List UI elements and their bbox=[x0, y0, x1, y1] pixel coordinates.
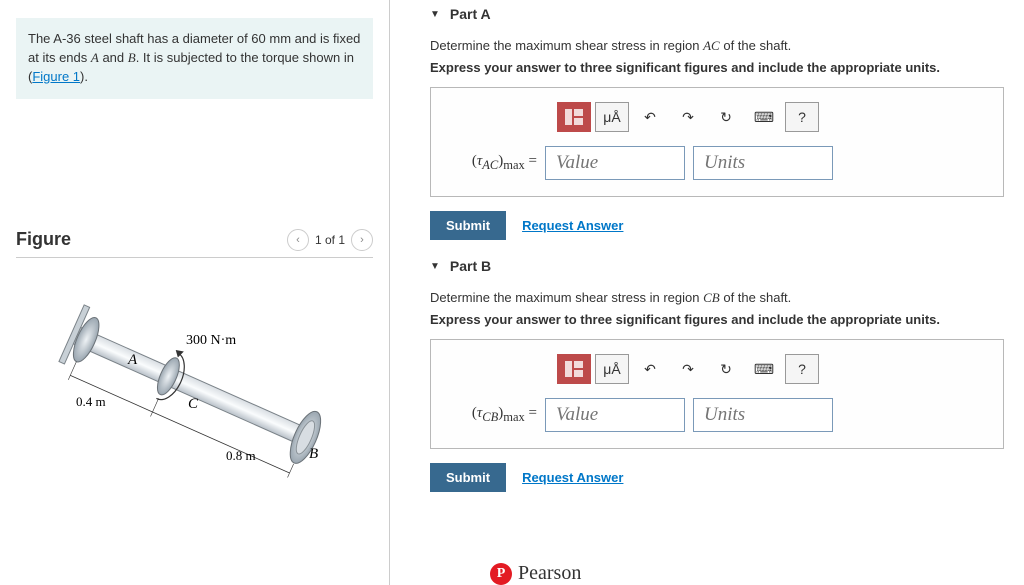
svg-text:0.4 m: 0.4 m bbox=[76, 394, 106, 409]
part-a-title: Part A bbox=[450, 6, 491, 22]
end-a: A bbox=[91, 50, 99, 65]
answer-toolbar: μÅ ↶ ↷ ↻ ⌨ ? bbox=[557, 102, 987, 132]
variable-label-a: (τAC)max = bbox=[447, 153, 537, 173]
prev-figure-button[interactable]: ‹ bbox=[287, 229, 309, 251]
redo-button[interactable]: ↷ bbox=[671, 102, 705, 132]
next-figure-button[interactable]: › bbox=[351, 229, 373, 251]
collapse-icon: ▼ bbox=[430, 9, 440, 20]
submit-button-a[interactable]: Submit bbox=[430, 211, 506, 240]
template-button[interactable] bbox=[557, 354, 591, 384]
request-answer-a[interactable]: Request Answer bbox=[522, 218, 623, 233]
problem-statement: The A-36 steel shaft has a diameter of 6… bbox=[16, 18, 373, 99]
help-button[interactable]: ? bbox=[785, 354, 819, 384]
undo-button[interactable]: ↶ bbox=[633, 354, 667, 384]
pearson-footer: P Pearson bbox=[490, 562, 581, 585]
variable-label-b: (τCB)max = bbox=[447, 405, 537, 425]
keyboard-button[interactable]: ⌨ bbox=[747, 354, 781, 384]
units-symbol-button[interactable]: μÅ bbox=[595, 102, 629, 132]
part-b-title: Part B bbox=[450, 258, 491, 274]
part-a-instruction: Express your answer to three significant… bbox=[430, 60, 1004, 75]
pager-text: 1 of 1 bbox=[315, 233, 345, 247]
diameter: 60 mm bbox=[251, 31, 291, 46]
svg-text:B: B bbox=[309, 446, 318, 462]
text: The A-36 steel shaft has a diameter of bbox=[28, 31, 251, 46]
value-input-b[interactable] bbox=[545, 398, 685, 432]
request-answer-b[interactable]: Request Answer bbox=[522, 470, 623, 485]
value-input-a[interactable] bbox=[545, 146, 685, 180]
collapse-icon: ▼ bbox=[430, 261, 440, 272]
part-b-instruction: Express your answer to three significant… bbox=[430, 312, 1004, 327]
reset-button[interactable]: ↻ bbox=[709, 102, 743, 132]
answer-toolbar-b: μÅ ↶ ↷ ↻ ⌨ ? bbox=[557, 354, 987, 384]
figure-diagram: A 300 N·m C B 0.4 m 0.8 m bbox=[16, 298, 373, 491]
undo-button[interactable]: ↶ bbox=[633, 102, 667, 132]
text: ). bbox=[80, 69, 88, 84]
part-b-section: ▼ Part B Determine the maximum shear str… bbox=[430, 258, 1004, 492]
submit-button-b[interactable]: Submit bbox=[430, 463, 506, 492]
figure-link[interactable]: Figure 1 bbox=[32, 69, 80, 84]
reset-button[interactable]: ↻ bbox=[709, 354, 743, 384]
part-a-header[interactable]: ▼ Part A bbox=[430, 6, 1004, 22]
units-symbol-button[interactable]: μÅ bbox=[595, 354, 629, 384]
help-button[interactable]: ? bbox=[785, 102, 819, 132]
part-b-header[interactable]: ▼ Part B bbox=[430, 258, 1004, 274]
pearson-brand: Pearson bbox=[518, 562, 581, 585]
redo-button[interactable]: ↷ bbox=[671, 354, 705, 384]
svg-text:C: C bbox=[188, 396, 199, 412]
part-b-answer-box: μÅ ↶ ↷ ↻ ⌨ ? (τCB)max = bbox=[430, 339, 1004, 449]
svg-text:A: A bbox=[127, 352, 138, 368]
part-a-answer-box: μÅ ↶ ↷ ↻ ⌨ ? (τAC)max = bbox=[430, 87, 1004, 197]
part-a-section: ▼ Part A Determine the maximum shear str… bbox=[430, 6, 1004, 240]
svg-text:300 N·m: 300 N·m bbox=[186, 333, 236, 348]
part-b-prompt: Determine the maximum shear stress in re… bbox=[430, 290, 1004, 306]
pearson-logo-icon: P bbox=[490, 563, 512, 585]
figure-title: Figure bbox=[16, 229, 71, 250]
units-input-a[interactable] bbox=[693, 146, 833, 180]
units-input-b[interactable] bbox=[693, 398, 833, 432]
keyboard-button[interactable]: ⌨ bbox=[747, 102, 781, 132]
part-a-prompt: Determine the maximum shear stress in re… bbox=[430, 38, 1004, 54]
end-b: B bbox=[128, 50, 136, 65]
text: and bbox=[99, 50, 128, 65]
svg-text:0.8 m: 0.8 m bbox=[226, 448, 256, 463]
template-button[interactable] bbox=[557, 102, 591, 132]
figure-pager: ‹ 1 of 1 › bbox=[287, 229, 373, 251]
